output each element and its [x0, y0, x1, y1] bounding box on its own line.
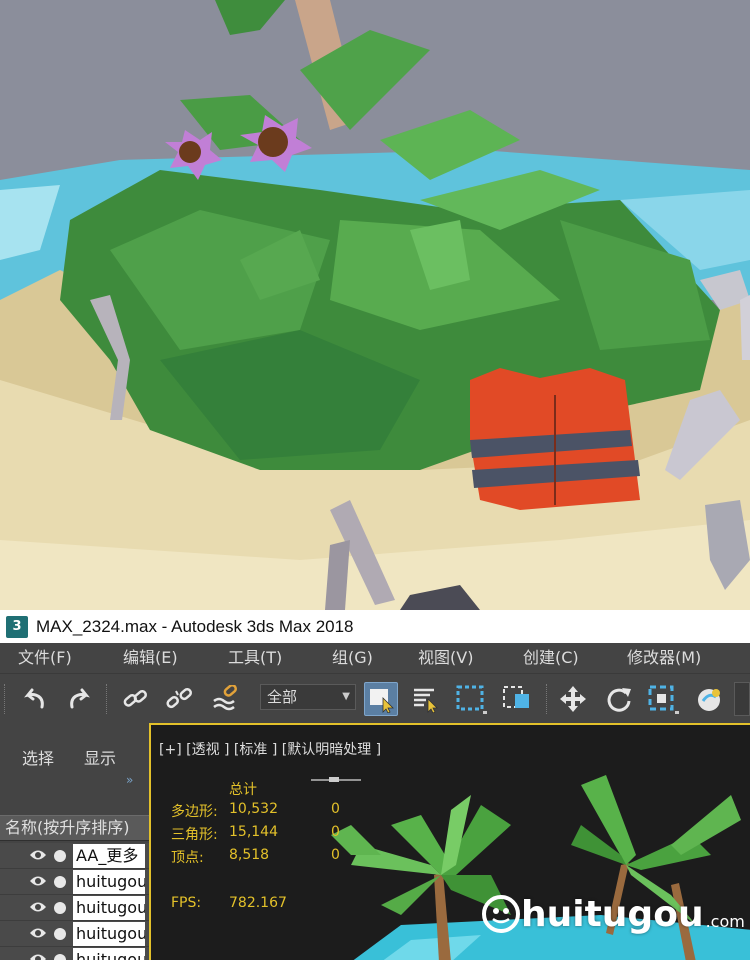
toolbar-separator: [4, 684, 6, 714]
freeze-toggle-icon[interactable]: [54, 954, 66, 960]
watermark-logo-icon: [482, 895, 520, 933]
freeze-toggle-icon[interactable]: [54, 850, 66, 862]
freeze-toggle-icon[interactable]: [54, 928, 66, 940]
menu-file[interactable]: 文件(F): [18, 643, 72, 673]
watermark-text: huitugou: [521, 893, 704, 935]
visibility-eye-icon[interactable]: [29, 926, 47, 940]
object-row[interactable]: huitugou: [0, 869, 149, 895]
tab-display[interactable]: 显示: [84, 745, 116, 769]
freeze-toggle-icon[interactable]: [54, 876, 66, 888]
stat-label: 三角形:: [171, 827, 218, 843]
menu-edit[interactable]: 编辑(E): [123, 643, 178, 673]
watermark: huitugou .com: [481, 891, 745, 937]
title-bar: 3 MAX_2324.max - Autodesk 3ds Max 2018: [0, 610, 750, 643]
menu-group[interactable]: 组(G): [332, 643, 373, 673]
watermark-suffix: .com: [705, 911, 745, 931]
select-by-name-icon[interactable]: [408, 682, 442, 716]
move-icon[interactable]: [556, 682, 590, 716]
column-header-name[interactable]: 名称(按升序排序): [0, 815, 149, 841]
selection-filter-dropdown[interactable]: 全部 ▼: [260, 684, 356, 710]
stat-label: 多边形:: [171, 804, 218, 820]
menu-bar: 文件(F) 编辑(E) 工具(T) 组(G) 视图(V) 创建(C) 修改器(M…: [0, 643, 750, 673]
render-preview-image: [0, 0, 750, 610]
rectangular-region-icon[interactable]: [454, 682, 488, 716]
object-name: huitugou: [73, 870, 145, 894]
tab-select[interactable]: 选择: [22, 745, 54, 769]
scene-explorer: 选择 显示 » 名称(按升序排序) AA_更多 huitugou huitugo…: [0, 723, 149, 960]
visibility-eye-icon[interactable]: [29, 874, 47, 888]
stat-value: 8,518: [229, 847, 270, 863]
object-name: huitugou: [73, 922, 145, 946]
stat-selected: 0: [331, 801, 340, 817]
fps-value: 782.167: [229, 895, 287, 911]
stat-label: 顶点:: [171, 850, 204, 866]
menu-tools[interactable]: 工具(T): [228, 643, 282, 673]
menu-modifiers[interactable]: 修改器(M): [627, 643, 701, 673]
chevron-down-icon: ▼: [342, 691, 350, 702]
stat-value: 10,532: [229, 801, 278, 817]
visibility-eye-icon[interactable]: [29, 848, 47, 862]
window-crossing-icon[interactable]: [500, 682, 534, 716]
fps-label: FPS:: [171, 895, 202, 911]
visibility-eye-icon[interactable]: [29, 900, 47, 914]
main-toolbar: 全部 ▼: [0, 673, 750, 723]
toolbar-separator: [106, 684, 108, 714]
unlink-icon[interactable]: [162, 682, 196, 716]
object-row[interactable]: huitugou: [0, 921, 149, 947]
object-name: huitugou: [73, 948, 145, 960]
stats-header: 总计: [229, 782, 257, 798]
stat-value: 15,144: [229, 824, 278, 840]
toolbar-overflow-button[interactable]: [734, 682, 750, 716]
menu-views[interactable]: 视图(V): [418, 643, 473, 673]
object-row[interactable]: huitugou: [0, 947, 149, 960]
object-name: huitugou: [73, 896, 145, 920]
rotate-icon[interactable]: [602, 682, 636, 716]
expand-more-icon[interactable]: »: [126, 773, 133, 787]
stat-selected: 0: [331, 847, 340, 863]
bind-spacewarp-icon[interactable]: [208, 682, 242, 716]
object-name: AA_更多: [73, 844, 145, 868]
menu-create[interactable]: 创建(C): [523, 643, 579, 673]
link-icon[interactable]: [118, 682, 152, 716]
select-object-icon[interactable]: [364, 682, 398, 716]
stat-selected: 0: [331, 824, 340, 840]
undo-icon[interactable]: [18, 682, 52, 716]
selection-filter-value: 全部: [267, 688, 298, 706]
toolbar-separator: [546, 684, 548, 714]
perspective-viewport[interactable]: [+] [透视 ] [标准 ] [默认明暗处理 ] 总计 多边形: 10,532…: [149, 723, 750, 960]
object-row[interactable]: huitugou: [0, 895, 149, 921]
placement-icon[interactable]: [692, 682, 726, 716]
window-title: MAX_2324.max - Autodesk 3ds Max 2018: [36, 616, 354, 636]
freeze-toggle-icon[interactable]: [54, 902, 66, 914]
viewport-label[interactable]: [+] [透视 ] [标准 ] [默认明暗处理 ]: [159, 739, 381, 759]
redo-icon[interactable]: [62, 682, 96, 716]
scale-icon[interactable]: [646, 682, 680, 716]
visibility-eye-icon[interactable]: [29, 952, 47, 960]
object-row[interactable]: AA_更多: [0, 843, 149, 869]
app-logo-icon: 3: [6, 615, 28, 638]
